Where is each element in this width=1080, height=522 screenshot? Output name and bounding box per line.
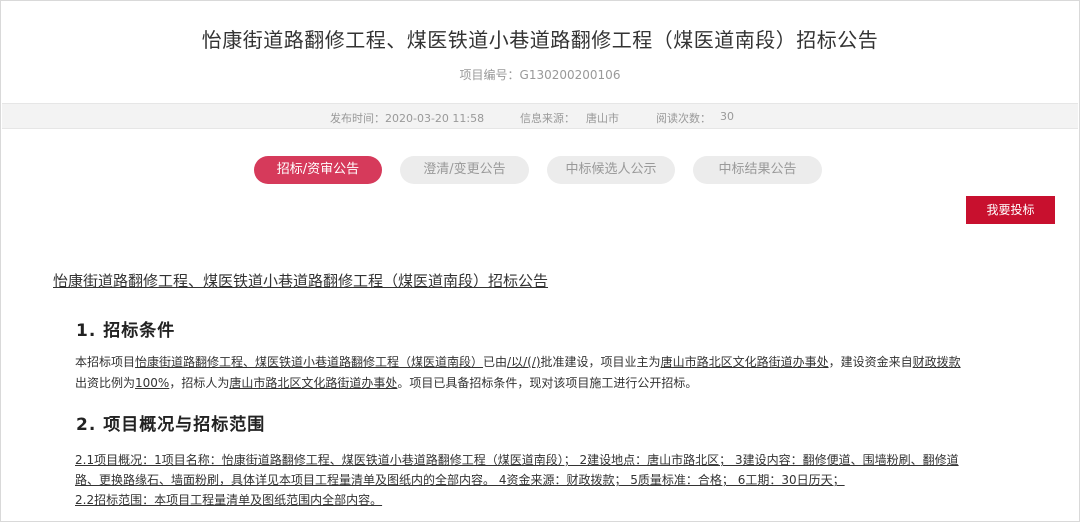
- project-name: 怡康街道路翻修工程、煤医铁道小巷道路翻修工程（煤医道南段）: [135, 355, 484, 369]
- section-1-paragraph-line-1: 本招标项目怡康街道路翻修工程、煤医铁道小巷道路翻修工程（煤医道南段）已由/以/(…: [75, 352, 961, 373]
- funding-source: 财政拨款: [912, 355, 961, 369]
- section-2-line-3: 2.2招标范围：本项目工程量清单及图纸范围内全部内容。: [75, 493, 383, 507]
- section-2-heading: 2. 项目概况与招标范围: [76, 415, 266, 435]
- views-value: 30: [720, 110, 734, 123]
- text: 出资比例为: [75, 376, 136, 390]
- section-2-line-2: 路、更换路缘石、墙面粉刷，具体详见本项目工程量清单及图纸内的全部内容。 4资金来…: [75, 473, 845, 487]
- document-title: 怡康街道路翻修工程、煤医铁道小巷道路翻修工程（煤医道南段）招标公告: [53, 272, 549, 290]
- section-1-heading: 1. 招标条件: [76, 321, 176, 341]
- project-owner: 唐山市路北区文化路街道办事处: [660, 355, 829, 369]
- source-value: 唐山市: [586, 112, 619, 125]
- funding-ratio: 100%: [135, 376, 170, 390]
- source-label: 信息来源：: [520, 112, 575, 125]
- views-label: 阅读次数：: [656, 112, 711, 125]
- text: 已由: [483, 355, 508, 369]
- tab-bidding-notice[interactable]: 招标/资审公告: [254, 156, 382, 184]
- section-2-line-1: 2.1项目概况：1项目名称：怡康街道路翻修工程、煤医铁道小巷道路翻修工程（煤医道…: [75, 453, 959, 467]
- text: 批准建设，项目业主为: [540, 355, 661, 369]
- publish-time: 发布时间：2020-03-20 11:58: [330, 112, 485, 125]
- page-title: 怡康街道路翻修工程、煤医铁道小巷道路翻修工程（煤医道南段）招标公告: [201, 28, 879, 52]
- tenderer: 唐山市路北区文化路街道办事处: [229, 376, 398, 390]
- bid-button[interactable]: 我要投标: [966, 196, 1055, 224]
- text: ，建设资金来自: [828, 355, 913, 369]
- tab-candidate-notice[interactable]: 中标候选人公示: [547, 156, 675, 184]
- text: 。项目已具备招标条件，现对该项目施工进行公开招标。: [397, 376, 698, 390]
- project-number: 项目编号：G130200200106: [459, 68, 621, 82]
- text: ，招标人为: [169, 376, 230, 390]
- tab-clarification-notice[interactable]: 澄清/变更公告: [400, 156, 529, 184]
- approval-authority: /以/(/): [507, 355, 541, 369]
- section-1-paragraph-line-2: 出资比例为100%，招标人为唐山市路北区文化路街道办事处。项目已具备招标条件，现…: [75, 373, 697, 394]
- text: 本招标项目: [75, 355, 136, 369]
- meta-bar: 发布时间：2020-03-20 11:58 信息来源： 唐山市 阅读次数： 30: [2, 103, 1078, 129]
- tab-result-notice[interactable]: 中标结果公告: [693, 156, 822, 184]
